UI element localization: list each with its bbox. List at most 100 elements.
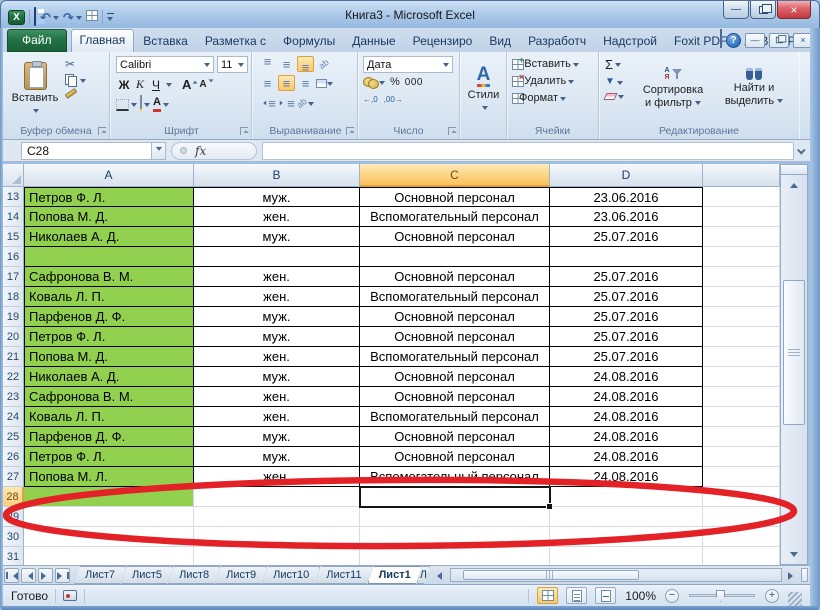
cell-E31[interactable] <box>703 547 780 565</box>
cell-C16[interactable] <box>360 247 550 267</box>
cell-E27[interactable] <box>703 467 780 487</box>
sheet-tab-Лист9[interactable]: Лист9 <box>215 566 267 584</box>
cell-B24[interactable]: жен. <box>194 407 360 427</box>
row-header-24[interactable]: 24 <box>3 407 24 427</box>
increase-indent-button[interactable]: ≡ <box>278 95 295 111</box>
cell-E15[interactable] <box>703 227 780 247</box>
save-button[interactable] <box>34 8 36 26</box>
fill-color-button[interactable] <box>140 97 150 112</box>
cell-B18[interactable]: жен. <box>194 287 360 307</box>
format-cells-button[interactable]: Формат <box>512 92 579 104</box>
cell-C22[interactable]: Основной персонал <box>360 367 550 387</box>
font-color-button[interactable]: А <box>153 97 169 112</box>
sheet-tab-Лист1[interactable]: Лист1 <box>368 566 422 584</box>
sheet-tab-Лист8[interactable]: Лист8 <box>168 566 220 584</box>
cell-B21[interactable]: жен. <box>194 347 360 367</box>
merge-center-button[interactable] <box>316 75 333 91</box>
cell-B17[interactable]: жен. <box>194 267 360 287</box>
clear-button[interactable] <box>605 93 624 100</box>
row-header-25[interactable]: 25 <box>3 427 24 447</box>
horizontal-scrollbar[interactable] <box>450 568 782 582</box>
font-family-select[interactable]: Calibri <box>116 56 214 73</box>
cell-D16[interactable] <box>550 247 703 267</box>
cell-B19[interactable]: муж. <box>194 307 360 327</box>
cell-E17[interactable] <box>703 267 780 287</box>
row-header-15[interactable]: 15 <box>3 227 24 247</box>
tab-Вставка[interactable]: Вставка <box>135 30 196 52</box>
cell-E20[interactable] <box>703 327 780 347</box>
format-painter-button[interactable] <box>65 91 86 96</box>
row-header-28[interactable]: 28 <box>3 487 24 507</box>
sheet-tab-Лист5[interactable]: Лист5 <box>121 566 173 584</box>
alignment-dialog-launcher[interactable] <box>346 127 354 135</box>
underline-button[interactable]: Ч <box>148 76 164 93</box>
row-header-19[interactable]: 19 <box>3 307 24 327</box>
row-header-17[interactable]: 17 <box>3 267 24 287</box>
view-page-break-button[interactable] <box>595 587 616 604</box>
cell-A22[interactable]: Николаев А. Д. <box>24 367 194 387</box>
vertical-split-handle[interactable] <box>781 165 807 175</box>
cell-D20[interactable]: 25.07.2016 <box>550 327 703 347</box>
help-button[interactable]: ? <box>726 33 741 48</box>
cell-A28[interactable] <box>24 487 194 507</box>
cell-D14[interactable]: 23.06.2016 <box>550 207 703 227</box>
first-sheet-button[interactable] <box>4 568 19 583</box>
cell-A15[interactable]: Николаев А. Д. <box>24 227 194 247</box>
horizontal-scroll-thumb[interactable] <box>463 570 639 580</box>
name-box[interactable]: C28 <box>21 142 151 160</box>
cell-A14[interactable]: Попова М. Д. <box>24 207 194 227</box>
sheet-tab-Лист7[interactable]: Лист7 <box>74 566 126 584</box>
cell-A27[interactable]: Попова М. Л. <box>24 467 194 487</box>
excel-logo-icon[interactable]: X <box>8 10 25 25</box>
vertical-scrollbar[interactable] <box>780 164 808 565</box>
fill-button[interactable]: ▼ <box>605 77 624 87</box>
cell-C13[interactable]: Основной персонал <box>360 187 550 207</box>
column-header-D[interactable]: D <box>550 164 703 187</box>
tab-scroll-left-button[interactable] <box>431 568 445 583</box>
cell-B13[interactable]: муж. <box>194 187 360 207</box>
font-dialog-launcher[interactable] <box>240 127 248 135</box>
cell-E21[interactable] <box>703 347 780 367</box>
number-dialog-launcher[interactable] <box>448 127 456 135</box>
minimize-button[interactable]: — <box>723 1 749 19</box>
cell-D19[interactable]: 25.07.2016 <box>550 307 703 327</box>
close-button[interactable]: × <box>777 1 811 19</box>
underline-dropdown[interactable] <box>166 83 172 90</box>
previous-sheet-button[interactable] <box>21 568 36 583</box>
insert-cells-button[interactable]: +Вставить <box>512 58 579 70</box>
tab-Файл[interactable]: Файл <box>7 29 67 52</box>
table-tool-button[interactable] <box>86 8 98 26</box>
comma-style-button[interactable]: 000 <box>405 77 423 88</box>
cell-B31[interactable] <box>194 547 360 565</box>
workbook-minimize-button[interactable]: — <box>745 33 765 48</box>
row-header-14[interactable]: 14 <box>3 207 24 227</box>
cell-C29[interactable] <box>360 507 550 527</box>
tab-Разметка с[interactable]: Разметка с <box>197 30 274 52</box>
row-header-21[interactable]: 21 <box>3 347 24 367</box>
tab-Вид[interactable]: Вид <box>481 30 519 52</box>
decrease-decimal-button[interactable]: ,00→ <box>384 96 403 104</box>
decrease-indent-button[interactable]: ≡ <box>259 95 276 111</box>
cell-A19[interactable]: Парфенов Д. Ф. <box>24 307 194 327</box>
cell-D23[interactable]: 24.08.2016 <box>550 387 703 407</box>
zoom-in-button[interactable]: + <box>765 589 779 603</box>
cell-C14[interactable]: Вспомогательный персонал <box>360 207 550 227</box>
cell-B16[interactable] <box>194 247 360 267</box>
align-right-button[interactable]: ≡ <box>297 75 314 91</box>
shrink-font-button[interactable]: А <box>199 79 214 90</box>
redo-button[interactable]: ↷ <box>63 11 82 24</box>
styles-button[interactable]: А Стили <box>465 57 502 119</box>
number-format-select[interactable]: Дата <box>363 56 453 73</box>
cell-E29[interactable] <box>703 507 780 527</box>
cell-C17[interactable]: Основной персонал <box>360 267 550 287</box>
tab-Надстрой[interactable]: Надстрой <box>595 30 665 52</box>
row-header-26[interactable]: 26 <box>3 447 24 467</box>
align-left-button[interactable]: ≡ <box>259 75 276 91</box>
view-normal-button[interactable] <box>537 587 558 604</box>
tab-Главная[interactable]: Главная <box>71 29 135 52</box>
zoom-out-button[interactable]: − <box>665 589 679 603</box>
collapse-ribbon-button[interactable] <box>720 31 722 49</box>
next-sheet-button[interactable] <box>38 568 53 583</box>
cell-C31[interactable] <box>360 547 550 565</box>
cell-A17[interactable]: Сафронова В. М. <box>24 267 194 287</box>
